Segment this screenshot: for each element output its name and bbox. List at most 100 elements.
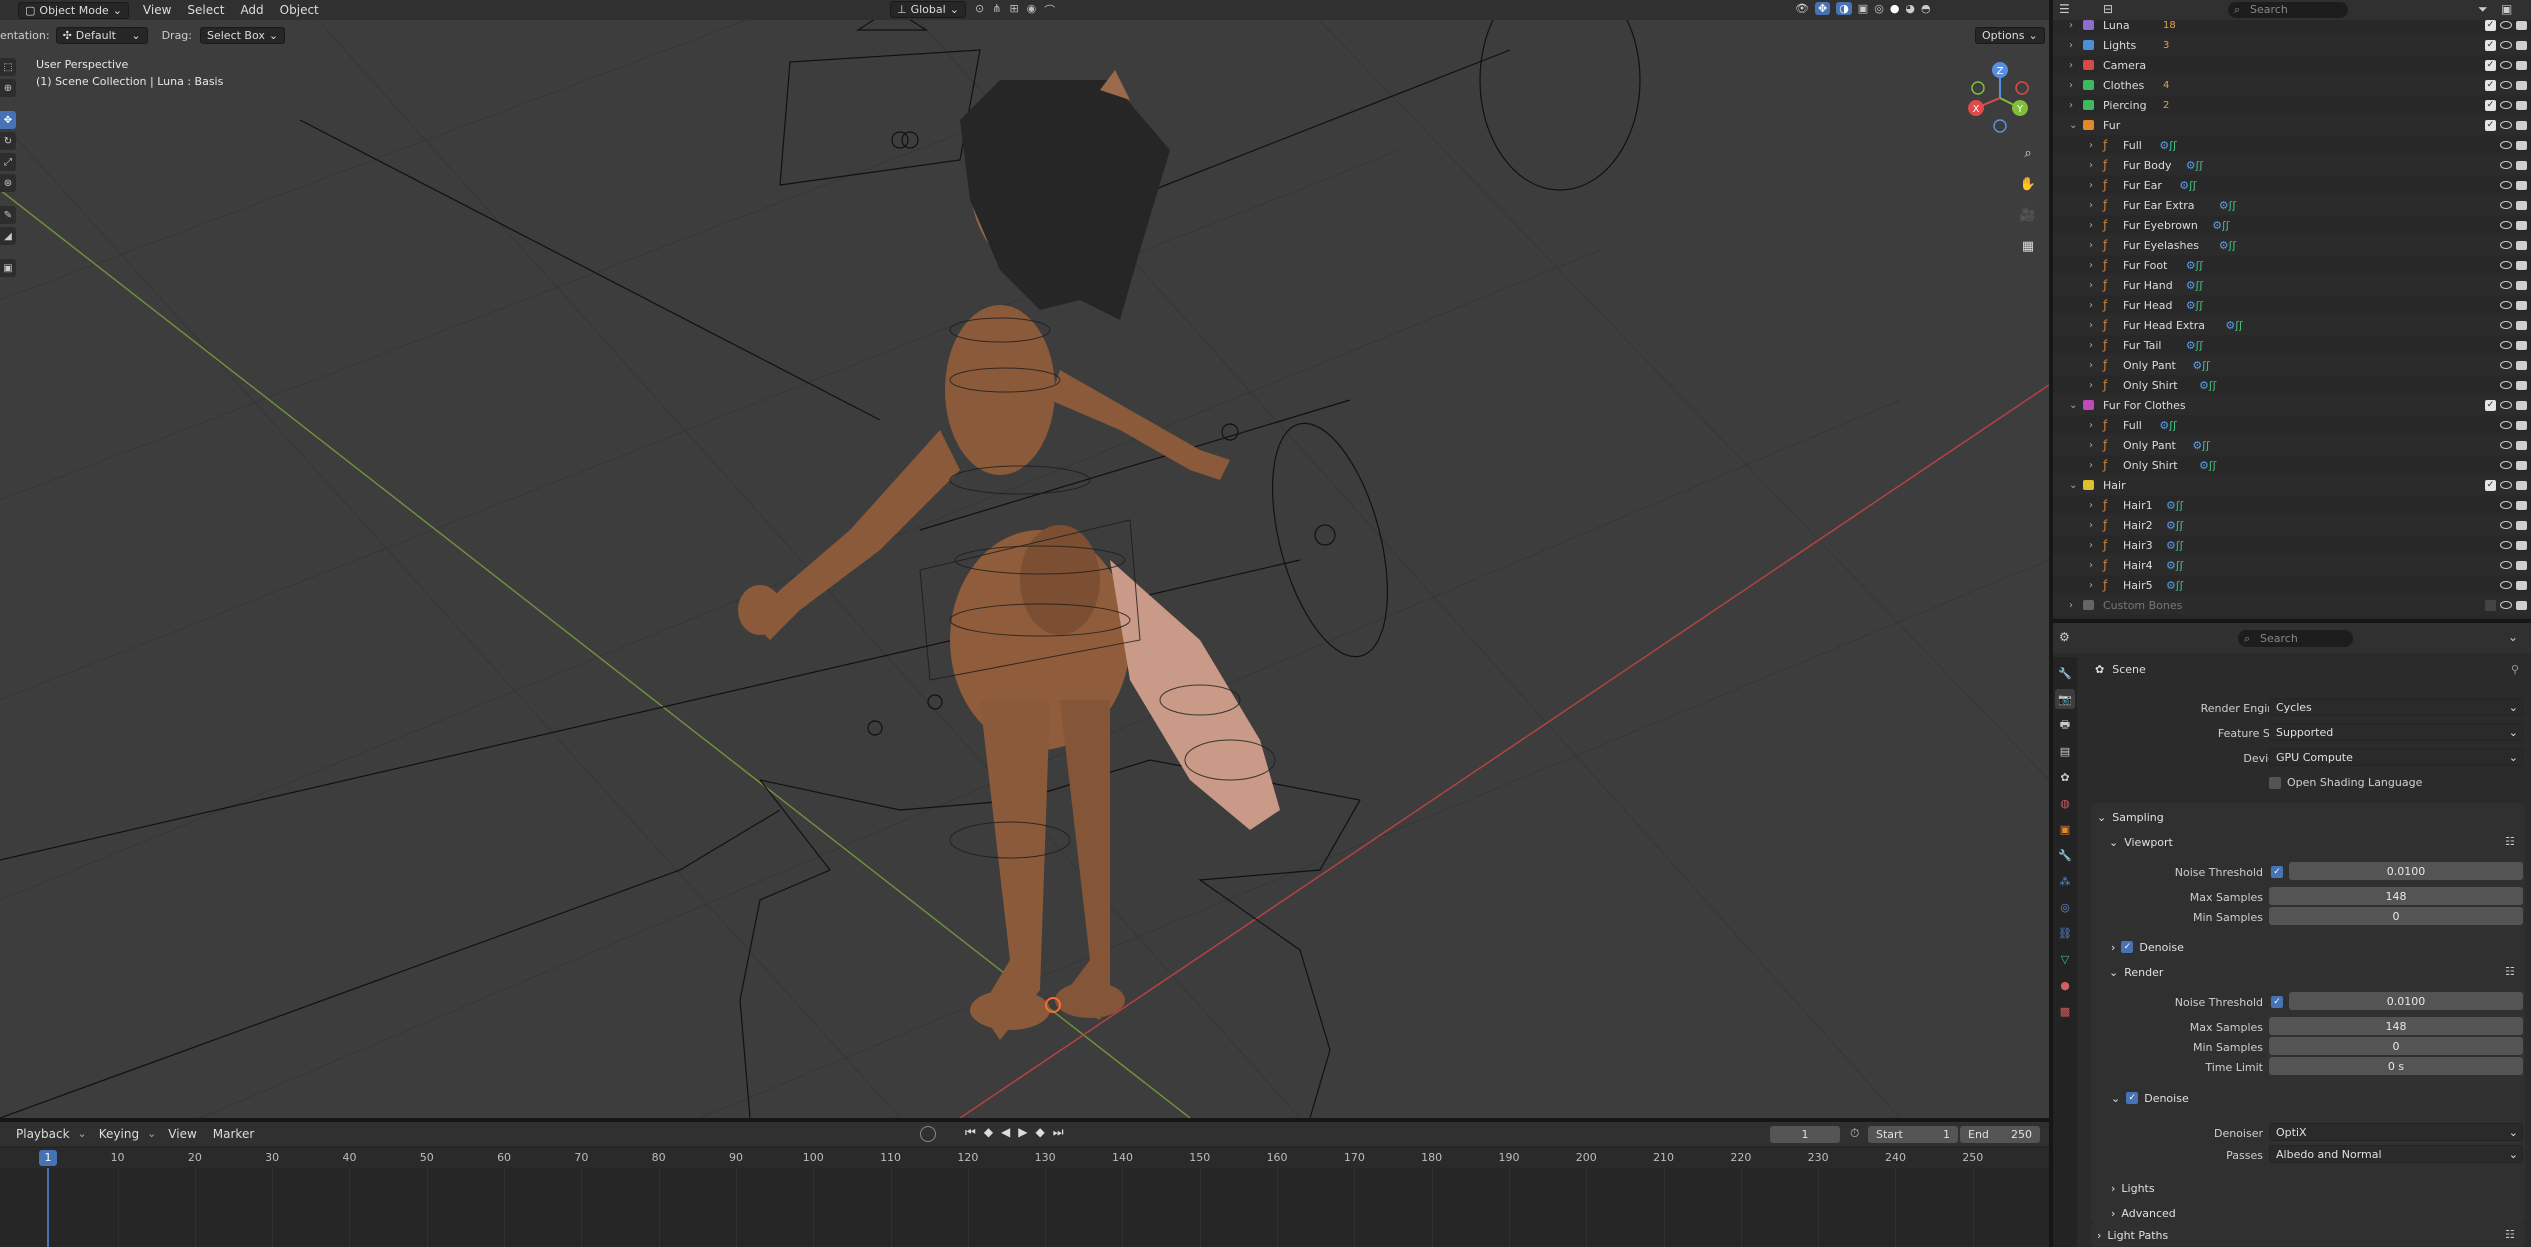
eye-icon[interactable]: [2500, 321, 2512, 329]
outliner-row[interactable]: › ƒ Hair5 ⚙ʃʃ: [2053, 575, 2531, 595]
outliner-row[interactable]: › ƒ Fur Eyelashes ⚙ʃʃ: [2053, 235, 2531, 255]
modifier-tab-icon[interactable]: 🔧: [2055, 845, 2075, 865]
presets-list-icon[interactable]: ☷: [2505, 1228, 2515, 1241]
pan-hand-icon[interactable]: ✋: [2017, 173, 2039, 195]
chevron-right-icon[interactable]: ›: [2089, 580, 2093, 591]
eye-icon[interactable]: [2500, 241, 2512, 249]
presets-list-icon[interactable]: ☷: [2505, 835, 2515, 848]
rendered-shading-icon[interactable]: ◓: [1921, 2, 1931, 15]
r-noise-threshold-field[interactable]: 0.0100: [2289, 992, 2523, 1010]
chevron-right-icon[interactable]: ›: [2089, 220, 2093, 231]
render-camera-icon[interactable]: [2516, 240, 2527, 250]
chevron-right-icon[interactable]: ›: [2089, 560, 2093, 571]
outliner-row[interactable]: › ƒ Fur Body ⚙ʃʃ: [2053, 155, 2531, 175]
camera-view-icon[interactable]: 🎥: [2017, 204, 2039, 226]
r-max-samples-field[interactable]: 148: [2269, 1017, 2523, 1035]
chevron-right-icon[interactable]: ›: [2089, 380, 2093, 391]
chevron-right-icon[interactable]: ›: [2069, 60, 2073, 71]
render-camera-icon[interactable]: [2516, 20, 2527, 30]
play-icon[interactable]: ▶: [1018, 1125, 1027, 1140]
measure-tool-icon[interactable]: ◢: [0, 227, 16, 245]
vp-min-samples-field[interactable]: 0: [2269, 907, 2523, 925]
eye-icon[interactable]: [2500, 41, 2512, 49]
falloff-icon[interactable]: ⌒: [1044, 2, 1055, 18]
render-camera-icon[interactable]: [2516, 280, 2527, 290]
timeline-ruler[interactable]: 10 20 30 40 50 60 70 80 90 100 110 120 130 140 150 160 1…: [0, 1148, 2049, 1168]
sampling-header[interactable]: ⌄ Sampling: [2097, 806, 2164, 828]
eye-icon[interactable]: [2500, 521, 2512, 529]
chevron-right-icon[interactable]: ›: [2089, 520, 2093, 531]
chevron-right-icon[interactable]: ›: [2069, 80, 2073, 91]
outliner-row[interactable]: › Camera ✓: [2053, 55, 2531, 75]
vp-noise-checkbox[interactable]: ✓: [2271, 866, 2283, 878]
outliner-row[interactable]: › ƒ Full ⚙ʃʃ: [2053, 135, 2531, 155]
chevron-right-icon[interactable]: ›: [2089, 540, 2093, 551]
outliner-row[interactable]: › ƒ Hair1 ⚙ʃʃ: [2053, 495, 2531, 515]
include-checkbox[interactable]: ✓: [2485, 39, 2496, 51]
eye-icon[interactable]: [2500, 561, 2512, 569]
chevron-right-icon[interactable]: ›: [2089, 160, 2093, 171]
render-camera-icon[interactable]: [2516, 320, 2527, 330]
chevron-right-icon[interactable]: ›: [2069, 600, 2073, 611]
chevron-right-icon[interactable]: ›: [2089, 200, 2093, 211]
xray-icon[interactable]: ▣: [1858, 2, 1868, 15]
cursor-tool-icon[interactable]: ⊕: [0, 79, 16, 97]
render-camera-icon[interactable]: [2516, 500, 2527, 510]
visibility-icon[interactable]: 👁: [1795, 2, 1809, 15]
chevron-right-icon[interactable]: ›: [2089, 420, 2093, 431]
render-tab-icon[interactable]: 📷: [2055, 689, 2075, 709]
outliner-row[interactable]: › ƒ Hair2 ⚙ʃʃ: [2053, 515, 2531, 535]
view-layer-tab-icon[interactable]: ▤: [2055, 741, 2075, 761]
outliner-row[interactable]: › ƒ Only Shirt ⚙ʃʃ: [2053, 375, 2531, 395]
outliner-row[interactable]: › ƒ Only Pant ⚙ʃʃ: [2053, 435, 2531, 455]
outliner-row[interactable]: › ƒ Fur Ear Extra ⚙ʃʃ: [2053, 195, 2531, 215]
render-camera-icon[interactable]: [2516, 60, 2527, 70]
chevron-right-icon[interactable]: ›: [2089, 180, 2093, 191]
render-engine-dropdown[interactable]: Cycles ⌄: [2269, 698, 2523, 716]
properties-editor-type-icon[interactable]: ⚙: [2059, 630, 2070, 644]
include-checkbox[interactable]: ✓: [2485, 19, 2496, 31]
outliner-row[interactable]: › ƒ Hair4 ⚙ʃʃ: [2053, 555, 2531, 575]
outliner-row[interactable]: › ƒ Fur Ear ⚙ʃʃ: [2053, 175, 2531, 195]
chevron-right-icon[interactable]: ›: [2089, 320, 2093, 331]
render-camera-icon[interactable]: [2516, 160, 2527, 170]
eye-icon[interactable]: [2500, 141, 2512, 149]
include-checkbox[interactable]: [2485, 599, 2496, 611]
particles-tab-icon[interactable]: ⁂: [2055, 871, 2075, 891]
chevron-right-icon[interactable]: ›: [2089, 300, 2093, 311]
eye-icon[interactable]: [2500, 541, 2512, 549]
render-subpanel-header[interactable]: ⌄ Render: [2109, 961, 2163, 983]
eye-icon[interactable]: [2500, 101, 2512, 109]
eye-icon[interactable]: [2500, 341, 2512, 349]
passes-dropdown[interactable]: Albedo and Normal ⌄: [2269, 1145, 2523, 1163]
r-denoise-header[interactable]: ⌄ ✓ Denoise: [2111, 1087, 2189, 1109]
material-shading-icon[interactable]: ◕: [1905, 2, 1915, 15]
outliner-row[interactable]: › Custom Bones: [2053, 595, 2531, 615]
render-camera-icon[interactable]: [2516, 460, 2527, 470]
next-keyframe-icon[interactable]: ◆: [1036, 1125, 1045, 1140]
chevron-down-icon[interactable]: ⌄: [2069, 400, 2077, 411]
constraints-tab-icon[interactable]: ⛓: [2055, 923, 2075, 943]
properties-search-input[interactable]: ⌕ Search: [2238, 630, 2353, 647]
eye-icon[interactable]: [2500, 281, 2512, 289]
render-camera-icon[interactable]: [2516, 340, 2527, 350]
data-tab-icon[interactable]: ▽: [2055, 949, 2075, 969]
outliner-editor-type-icon[interactable]: ☰: [2059, 2, 2070, 16]
include-checkbox[interactable]: ✓: [2485, 59, 2496, 71]
eye-icon[interactable]: [2500, 601, 2512, 609]
timeline-menu-marker[interactable]: Marker: [205, 1127, 262, 1141]
start-frame-field[interactable]: Start 1: [1868, 1126, 1958, 1143]
outliner-row[interactable]: › ƒ Fur Tail ⚙ʃʃ: [2053, 335, 2531, 355]
include-checkbox[interactable]: ✓: [2485, 99, 2496, 111]
eye-icon[interactable]: [2500, 481, 2512, 489]
eye-icon[interactable]: [2500, 361, 2512, 369]
viewport-shading-controls[interactable]: 👁 ✥ ◑ ▣ ◎ ● ◕ ◓: [1795, 2, 1931, 15]
select-box-tool-icon[interactable]: ⬚: [0, 58, 16, 76]
lights-subpanel-header[interactable]: › Lights: [2111, 1177, 2155, 1199]
eye-icon[interactable]: [2500, 581, 2512, 589]
play-reverse-icon[interactable]: ◀: [1001, 1125, 1010, 1140]
outliner-row[interactable]: ⌄ Fur For Clothes ✓: [2053, 395, 2531, 415]
snap-target-icon[interactable]: ⊞: [1009, 2, 1018, 18]
eye-icon[interactable]: [2500, 461, 2512, 469]
timeline-menu-keying[interactable]: Keying: [91, 1127, 147, 1141]
